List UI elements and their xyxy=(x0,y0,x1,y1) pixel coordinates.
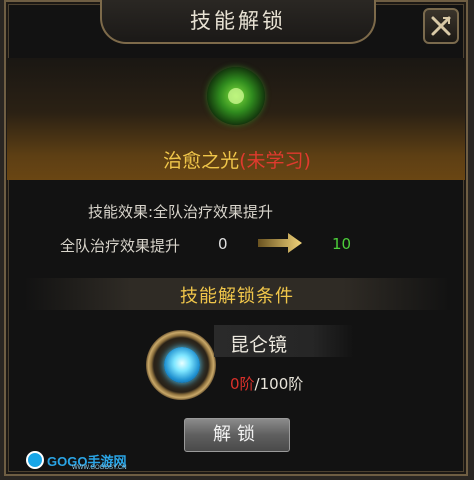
item-name: 昆仑镜 xyxy=(230,334,288,356)
skill-effect-label: 技能效果:全队治疗效果提升 xyxy=(88,203,274,221)
dialog-title: 技能解锁 xyxy=(190,9,286,33)
stat-name: 全队治疗效果提升 xyxy=(60,237,181,255)
close-button[interactable] xyxy=(423,8,459,44)
unlock-button[interactable]: 解锁 xyxy=(184,418,290,452)
gogo-logo-icon xyxy=(26,451,44,469)
progress-total: /100阶 xyxy=(254,375,304,393)
stat-next-value: 10 xyxy=(332,235,352,253)
close-x-icon xyxy=(431,16,451,36)
kunlun-mirror-icon xyxy=(164,347,200,383)
green-healing-orb-icon xyxy=(207,67,265,125)
right-arrow-icon xyxy=(258,233,302,253)
skill-title: 治愈之光(未学习) xyxy=(0,146,474,173)
unlock-condition-title: 技能解锁条件 xyxy=(180,286,294,307)
watermark-url: WWW.GOGOSY.CN xyxy=(72,465,127,471)
item-progress: 0阶/100阶 xyxy=(230,373,303,394)
skill-name: 治愈之光 xyxy=(163,150,240,172)
skill-status: (未学习) xyxy=(239,150,311,172)
stat-current-value: 0 xyxy=(218,235,228,253)
progress-current: 0阶 xyxy=(230,375,255,393)
